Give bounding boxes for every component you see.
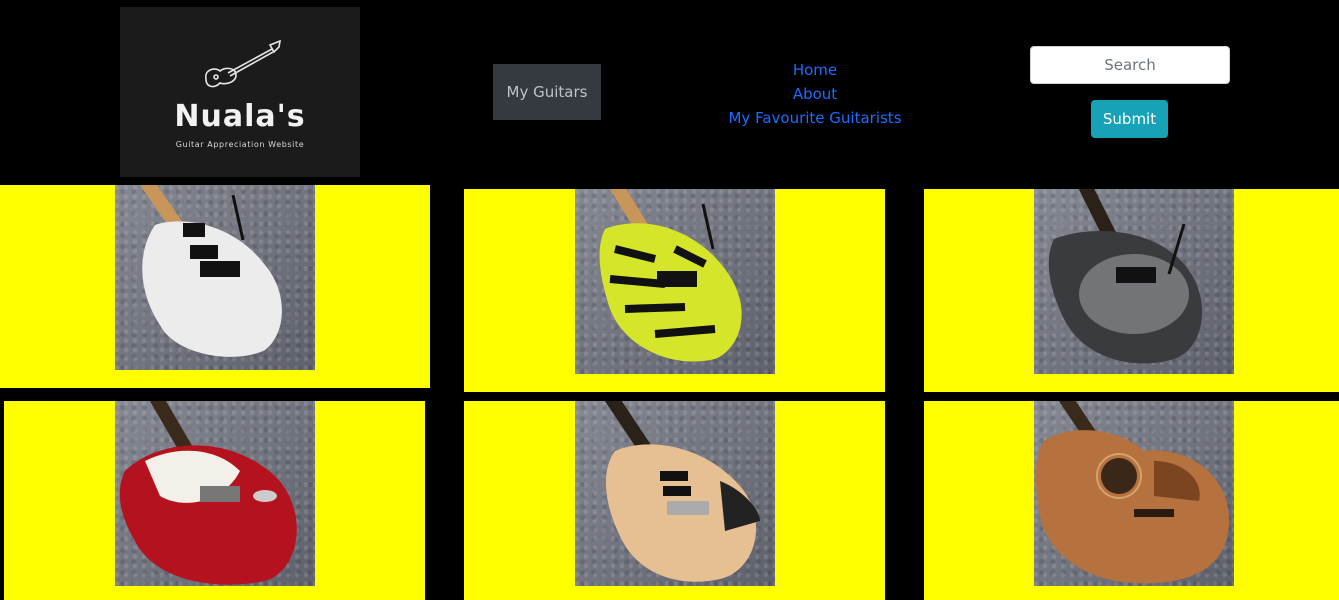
my-guitars-button[interactable]: My Guitars — [493, 64, 601, 120]
nav-link-favourite-guitarists[interactable]: My Favourite Guitarists — [700, 106, 930, 130]
search-input[interactable] — [1030, 46, 1230, 84]
guitar-photo-white[interactable] — [115, 185, 315, 370]
logo-title: Nuala's — [174, 99, 306, 134]
main-nav: Home About My Favourite Guitarists — [700, 58, 930, 130]
site-logo[interactable]: Nuala's Guitar Appreciation Website — [120, 7, 360, 177]
guitar-logo-icon — [205, 39, 282, 88]
nav-link-about[interactable]: About — [700, 82, 930, 106]
nav-link-home[interactable]: Home — [700, 58, 930, 82]
guitar-photo-black-burst[interactable] — [1034, 189, 1234, 374]
guitar-photo-natural-wood[interactable] — [575, 401, 775, 586]
submit-button[interactable]: Submit — [1091, 100, 1168, 138]
logo-subtitle: Guitar Appreciation Website — [175, 140, 305, 149]
guitar-photo-red[interactable] — [115, 401, 315, 586]
guitar-photo-acoustic[interactable] — [1034, 401, 1234, 586]
guitar-photo-yellow-tiger[interactable] — [575, 189, 775, 374]
site-header: Nuala's Guitar Appreciation Website My G… — [0, 0, 1339, 185]
